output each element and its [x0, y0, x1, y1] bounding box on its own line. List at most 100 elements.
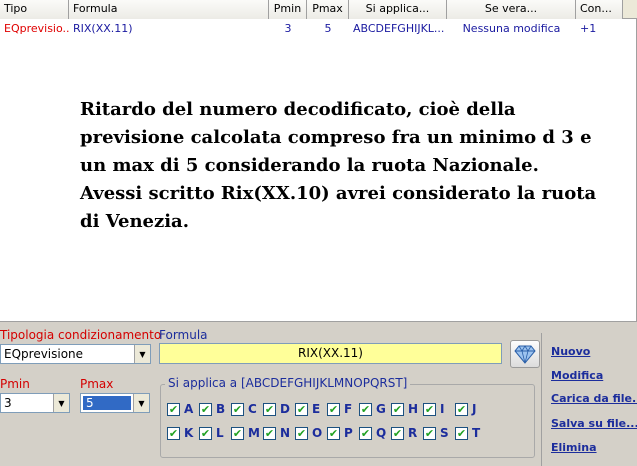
wheel-checkbox-r[interactable]: ✔ R	[391, 425, 423, 441]
checkmark-icon: ✔	[455, 402, 468, 416]
checkmark-icon: ✔	[327, 402, 340, 416]
wizard-button[interactable]	[510, 340, 540, 368]
tipologia-value: EQprevisione	[4, 347, 84, 361]
wheel-checkbox-s[interactable]: ✔ S	[423, 425, 455, 441]
nuovo-link[interactable]: Nuovo	[551, 345, 590, 358]
checkmark-icon: ✔	[391, 402, 404, 416]
diamond-icon	[514, 345, 536, 364]
wheel-checkbox-label: S	[440, 426, 449, 440]
wheel-checkbox-label: J	[472, 402, 477, 416]
wheel-checkbox-label: C	[248, 402, 257, 416]
checkmark-icon: ✔	[231, 402, 244, 416]
checkmark-icon: ✔	[167, 426, 180, 440]
carica-da-file-link[interactable]: Carica da file...	[551, 392, 637, 405]
wheel-checkbox-p[interactable]: ✔ P	[327, 425, 359, 441]
checkmark-icon: ✔	[295, 426, 308, 440]
wheel-checkbox-label: F	[344, 402, 353, 416]
wheel-checkbox-label: D	[280, 402, 290, 416]
grid-header: Tipo Formula Pmin Pmax Si applica... Se …	[0, 0, 637, 19]
wheel-checkbox-e[interactable]: ✔ E	[295, 401, 327, 417]
wheel-checkbox-label: T	[472, 426, 481, 440]
pmax-value: 5	[83, 396, 131, 410]
wheel-checkbox-label: O	[312, 426, 323, 440]
column-header-pmin[interactable]: Pmin	[269, 0, 307, 19]
wheel-checkbox-label: Q	[376, 426, 387, 440]
tipologia-label: Tipologia condizionamento	[0, 328, 162, 342]
wheel-checkbox-m[interactable]: ✔ M	[231, 425, 263, 441]
checkmark-icon: ✔	[263, 402, 276, 416]
column-header-con[interactable]: Con...	[576, 0, 623, 19]
wheel-checkbox-label: H	[408, 402, 419, 416]
checkmark-icon: ✔	[455, 426, 468, 440]
wheel-checkbox-d[interactable]: ✔ D	[263, 401, 295, 417]
wheel-checkbox-label: P	[344, 426, 353, 440]
wheel-checkbox-g[interactable]: ✔ G	[359, 401, 391, 417]
cell-tipo: EQprevisio...	[4, 22, 69, 35]
checkmark-icon: ✔	[359, 426, 372, 440]
wheel-checkbox-label: K	[184, 426, 194, 440]
column-header-tipo[interactable]: Tipo	[0, 0, 69, 19]
pmax-select[interactable]: 5 ▼	[80, 393, 150, 413]
cell-pmin: 3	[284, 22, 292, 35]
wheel-checkbox-l[interactable]: ✔ L	[199, 425, 231, 441]
checkmark-icon: ✔	[263, 426, 276, 440]
pmin-value: 3	[4, 396, 12, 410]
wheel-checkbox-label: L	[216, 426, 224, 440]
checkmark-icon: ✔	[199, 402, 212, 416]
formula-label: Formula	[159, 328, 208, 342]
elimina-link[interactable]: Elimina	[551, 441, 597, 454]
wheel-checkbox-j[interactable]: ✔ J	[455, 401, 487, 417]
checkmark-icon: ✔	[295, 402, 308, 416]
wheel-checkbox-label: E	[312, 402, 321, 416]
wheel-checkbox-q[interactable]: ✔ Q	[359, 425, 391, 441]
wheel-checkbox-c[interactable]: ✔ C	[231, 401, 263, 417]
wheel-checkbox-b[interactable]: ✔ B	[199, 401, 231, 417]
checkbox-row-2: ✔ K ✔ L ✔ M ✔ N ✔ O ✔ P ✔ Q ✔ R ✔ S ✔ T	[167, 425, 487, 441]
wheel-checkbox-label: R	[408, 426, 418, 440]
wheel-checkbox-label: A	[184, 402, 194, 416]
wheel-checkbox-label: B	[216, 402, 226, 416]
chevron-down-icon[interactable]: ▼	[53, 394, 69, 412]
wheel-checkbox-k[interactable]: ✔ K	[167, 425, 199, 441]
wheel-checkbox-f[interactable]: ✔ F	[327, 401, 359, 417]
checkbox-row-1: ✔ A ✔ B ✔ C ✔ D ✔ E ✔ F ✔ G ✔ H ✔ I ✔ J	[167, 401, 487, 417]
checkmark-icon: ✔	[391, 426, 404, 440]
checkmark-icon: ✔	[231, 426, 244, 440]
wheel-checkbox-t[interactable]: ✔ T	[455, 425, 487, 441]
conditions-grid[interactable]: Tipo Formula Pmin Pmax Si applica... Se …	[0, 0, 637, 322]
salva-su-file-link[interactable]: Salva su file...	[551, 417, 637, 430]
pmax-label: Pmax	[80, 377, 114, 391]
cell-si-applica: ABCDEFGHIJKL...	[353, 22, 445, 35]
column-header-se-vera[interactable]: Se vera...	[447, 0, 576, 19]
annotation-text: Ritardo del numero decodificato, cioè de…	[80, 99, 597, 232]
wheel-checkbox-a[interactable]: ✔ A	[167, 401, 199, 417]
cell-formula: RIX(XX.11)	[73, 22, 133, 35]
column-header-pmax[interactable]: Pmax	[307, 0, 349, 19]
checkmark-icon: ✔	[199, 426, 212, 440]
wheel-checkbox-label: I	[440, 402, 445, 416]
wheel-checkbox-label: G	[376, 402, 386, 416]
chevron-down-icon[interactable]: ▼	[133, 394, 149, 412]
wheel-checkbox-n[interactable]: ✔ N	[263, 425, 295, 441]
tipologia-select[interactable]: EQprevisione ▼	[0, 344, 151, 364]
column-header-formula[interactable]: Formula	[69, 0, 269, 19]
checkmark-icon: ✔	[167, 402, 180, 416]
wheel-checkbox-o[interactable]: ✔ O	[295, 425, 327, 441]
si-applica-legend: Si applica a [ABCDEFGHIJKLMNOPQRST]	[165, 376, 411, 390]
modifica-link[interactable]: Modifica	[551, 369, 603, 382]
checkmark-icon: ✔	[327, 426, 340, 440]
checkmark-icon: ✔	[423, 402, 436, 416]
pmin-select[interactable]: 3 ▼	[0, 393, 70, 413]
chevron-down-icon[interactable]: ▼	[134, 345, 150, 363]
pmin-label: Pmin	[0, 377, 30, 391]
formula-field[interactable]: RIX(XX.11)	[159, 343, 502, 364]
cell-pmax: 5	[324, 22, 332, 35]
checkmark-icon: ✔	[359, 402, 372, 416]
table-row[interactable]: EQprevisio... RIX(XX.11) 3 5 ABCDEFGHIJK…	[0, 20, 637, 38]
si-applica-group	[160, 384, 535, 458]
checkmark-icon: ✔	[423, 426, 436, 440]
cell-se-vera: Nessuna modifica	[462, 22, 561, 35]
column-header-si-applica[interactable]: Si applica...	[349, 0, 447, 19]
wheel-checkbox-i[interactable]: ✔ I	[423, 401, 455, 417]
wheel-checkbox-h[interactable]: ✔ H	[391, 401, 423, 417]
